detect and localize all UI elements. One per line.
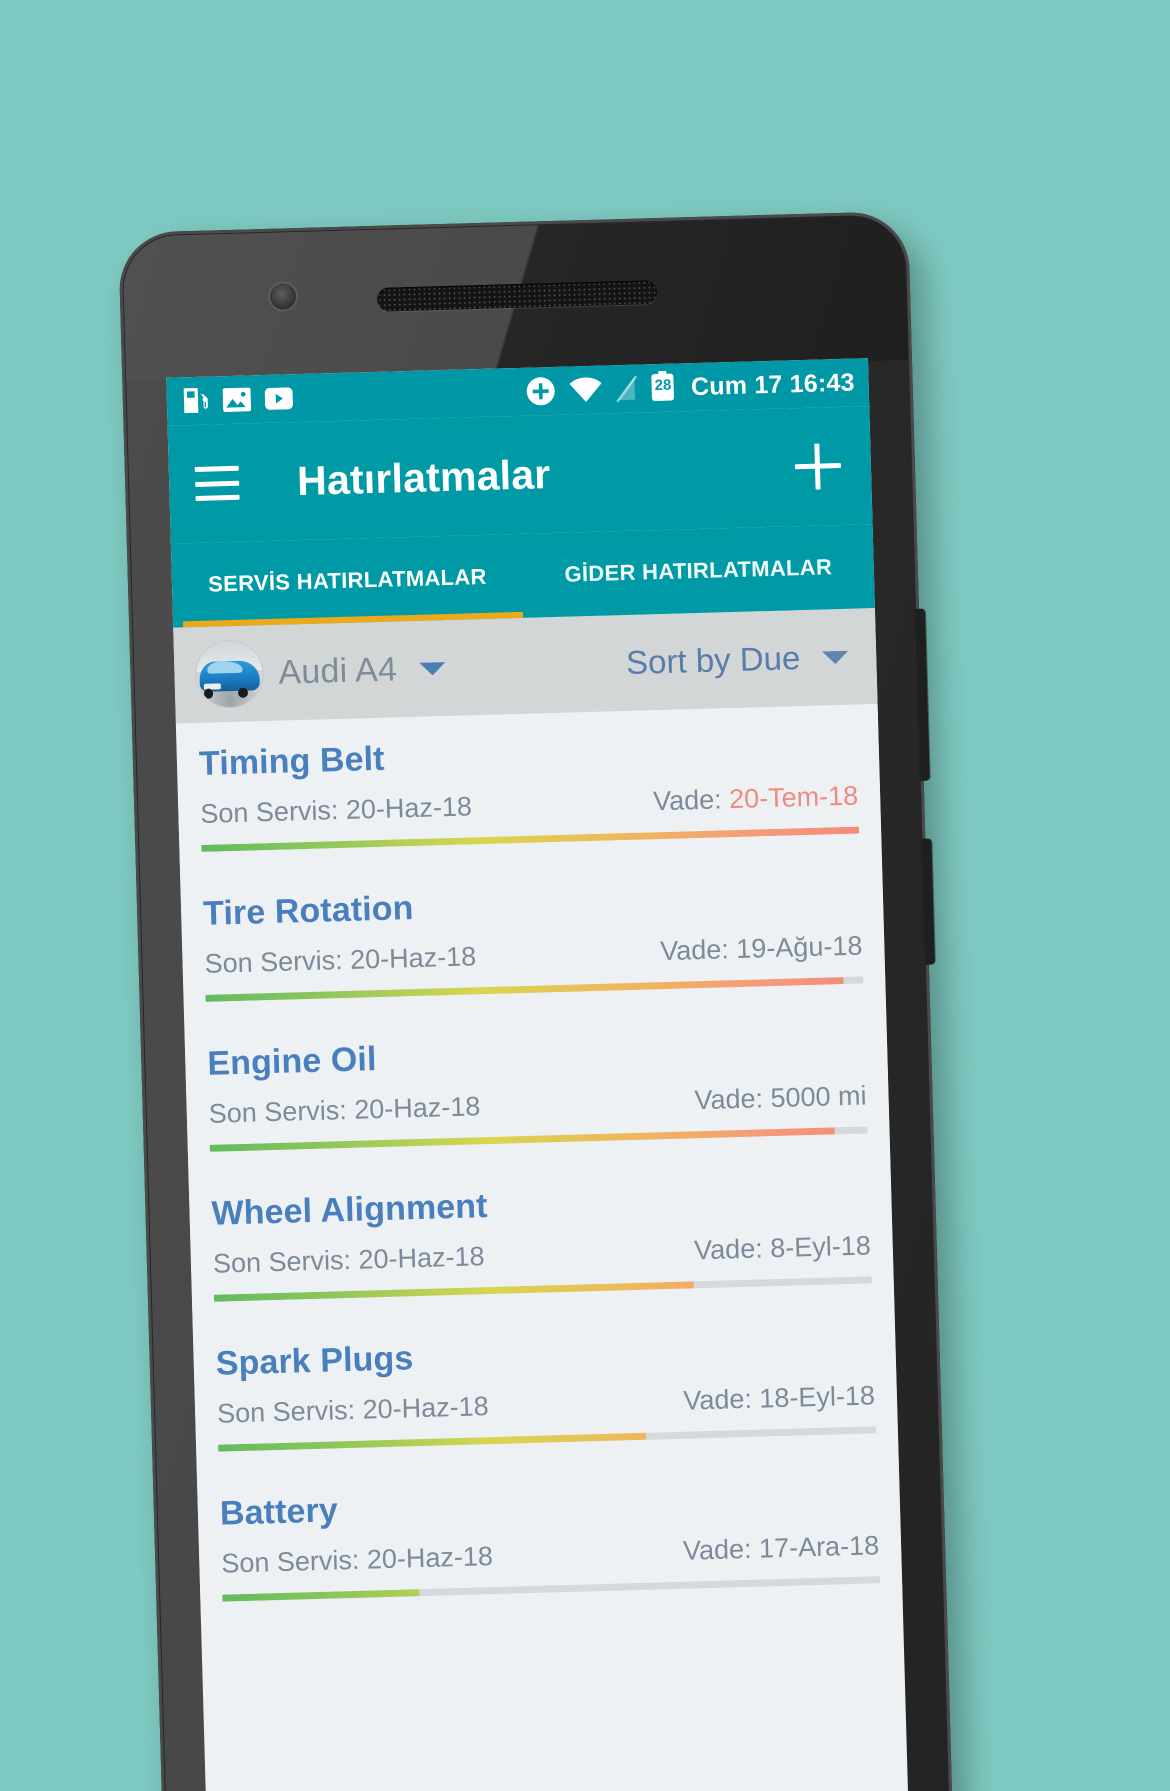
phone-mockup: 28 Cum 17 16:43 Hatırlatmalar SERVİS HAT… bbox=[118, 210, 954, 1791]
power-button[interactable] bbox=[921, 838, 935, 965]
add-circle-icon bbox=[527, 377, 556, 406]
reminder-progress-track bbox=[213, 1276, 872, 1302]
vehicle-name: Audi A4 bbox=[277, 649, 398, 692]
fuel-icon bbox=[183, 387, 208, 414]
chevron-down-icon bbox=[822, 650, 849, 665]
plus-icon[interactable] bbox=[794, 443, 841, 490]
phone-body: 28 Cum 17 16:43 Hatırlatmalar SERVİS HAT… bbox=[118, 210, 954, 1791]
reminder-due: Vade: 19-Ağu-18 bbox=[660, 931, 863, 968]
app-bar: Hatırlatmalar bbox=[167, 406, 873, 544]
reminder-row[interactable]: Spark Plugs Son Servis: 20-Haz-18 Vade: 18… bbox=[193, 1304, 899, 1474]
reminder-due-value: 8-Eyl-18 bbox=[769, 1230, 872, 1264]
wifi-icon bbox=[569, 377, 602, 403]
sort-label: Sort by Due bbox=[625, 639, 801, 682]
status-bar-clock: Cum 17 16:43 bbox=[690, 368, 855, 401]
status-bar-left-icons bbox=[182, 384, 294, 415]
youtube-icon bbox=[264, 387, 294, 410]
gallery-icon bbox=[222, 387, 252, 412]
reminder-progress-track bbox=[222, 1576, 881, 1602]
reminder-due: Vade: 20-Tem-18 bbox=[653, 781, 859, 818]
reminder-progress-track bbox=[209, 1126, 868, 1152]
reminder-last-service: Son Servis: 20-Haz-18 bbox=[199, 791, 473, 829]
reminder-due-prefix: Vade: bbox=[693, 1233, 771, 1266]
reminder-due-value: 20-Tem-18 bbox=[728, 780, 859, 815]
reminder-title: Wheel Alignment bbox=[211, 1187, 489, 1233]
reminder-due-prefix: Vade: bbox=[682, 1533, 760, 1566]
reminder-due-prefix: Vade: bbox=[652, 784, 730, 817]
reminder-due-prefix: Vade: bbox=[682, 1383, 760, 1416]
reminder-last-service: Son Servis: 20-Haz-18 bbox=[204, 941, 477, 979]
vehicle-selector[interactable]: Audi A4 bbox=[195, 635, 446, 709]
reminder-title: Battery bbox=[219, 1491, 339, 1533]
reminder-row[interactable]: Tire Rotation Son Servis: 20-Haz-18 Vade: … bbox=[180, 854, 886, 1024]
reminder-progress-fill bbox=[222, 1589, 420, 1602]
status-bar-right-icons: 28 Cum 17 16:43 bbox=[526, 365, 855, 409]
reminder-due: Vade: 18-Eyl-18 bbox=[683, 1380, 875, 1416]
reminder-title: Timing Belt bbox=[198, 739, 386, 783]
reminder-due-value: 17-Ara-18 bbox=[758, 1530, 880, 1564]
reminder-due-prefix: Vade: bbox=[694, 1083, 771, 1116]
battery-level-text: 28 bbox=[654, 376, 672, 394]
chevron-down-icon bbox=[418, 661, 446, 676]
reminder-progress-track bbox=[218, 1426, 876, 1452]
reminder-progress-fill bbox=[213, 1281, 695, 1302]
reminder-progress-fill bbox=[205, 977, 844, 1002]
signal-off-icon bbox=[616, 375, 638, 403]
reminder-progress-fill bbox=[209, 1127, 835, 1152]
vehicle-avatar bbox=[195, 640, 264, 709]
reminder-due-value: 18-Eyl-18 bbox=[758, 1380, 876, 1414]
page-title: Hatırlatmalar bbox=[296, 450, 551, 504]
reminder-last-service: Son Servis: 20-Haz-18 bbox=[208, 1091, 481, 1129]
sort-selector[interactable]: Sort by Due bbox=[626, 638, 855, 682]
reminder-last-service: Son Servis: 20-Haz-18 bbox=[212, 1241, 485, 1279]
reminder-due: Vade: 17-Ara-18 bbox=[683, 1530, 880, 1566]
reminder-progress-track bbox=[201, 826, 860, 852]
reminder-row[interactable]: Engine Oil Son Servis: 20-Haz-18 Vade: 500… bbox=[184, 1004, 890, 1174]
reminder-due-prefix: Vade: bbox=[659, 934, 737, 967]
reminder-progress-fill bbox=[201, 826, 860, 852]
phone-screen: 28 Cum 17 16:43 Hatırlatmalar SERVİS HAT… bbox=[166, 358, 910, 1791]
reminder-row[interactable]: Battery Son Servis: 20-Haz-18 Vade: 17-Ara… bbox=[197, 1454, 903, 1624]
reminder-last-service: Son Servis: 20-Haz-18 bbox=[220, 1541, 494, 1579]
hamburger-icon[interactable] bbox=[194, 465, 240, 501]
reminder-title: Tire Rotation bbox=[202, 889, 415, 933]
reminder-title: Spark Plugs bbox=[215, 1339, 414, 1383]
reminder-title: Engine Oil bbox=[206, 1040, 377, 1083]
reminder-progress-track bbox=[205, 976, 864, 1002]
reminder-progress-fill bbox=[218, 1432, 646, 1452]
reminder-row[interactable]: Wheel Alignment Son Servis: 20-Haz-18 Vade… bbox=[188, 1154, 894, 1324]
reminder-due: Vade: 8-Eyl-18 bbox=[694, 1230, 871, 1266]
reminder-list[interactable]: Timing Belt Son Servis: 20-Haz-18 Vade: 20… bbox=[175, 704, 903, 1624]
reminder-due-value: 19-Ağu-18 bbox=[735, 930, 863, 965]
reminder-last-service: Son Servis: 20-Haz-18 bbox=[216, 1391, 490, 1429]
reminder-due-value: 5000 mi bbox=[770, 1080, 867, 1114]
tab-gider-hatirlatmalar[interactable]: GİDER HATIRLATMALAR bbox=[522, 524, 875, 618]
battery-icon: 28 bbox=[651, 370, 676, 406]
reminder-due: Vade: 5000 mi bbox=[694, 1080, 867, 1116]
reminder-row[interactable]: Timing Belt Son Servis: 20-Haz-18 Vade: 20… bbox=[176, 704, 882, 874]
